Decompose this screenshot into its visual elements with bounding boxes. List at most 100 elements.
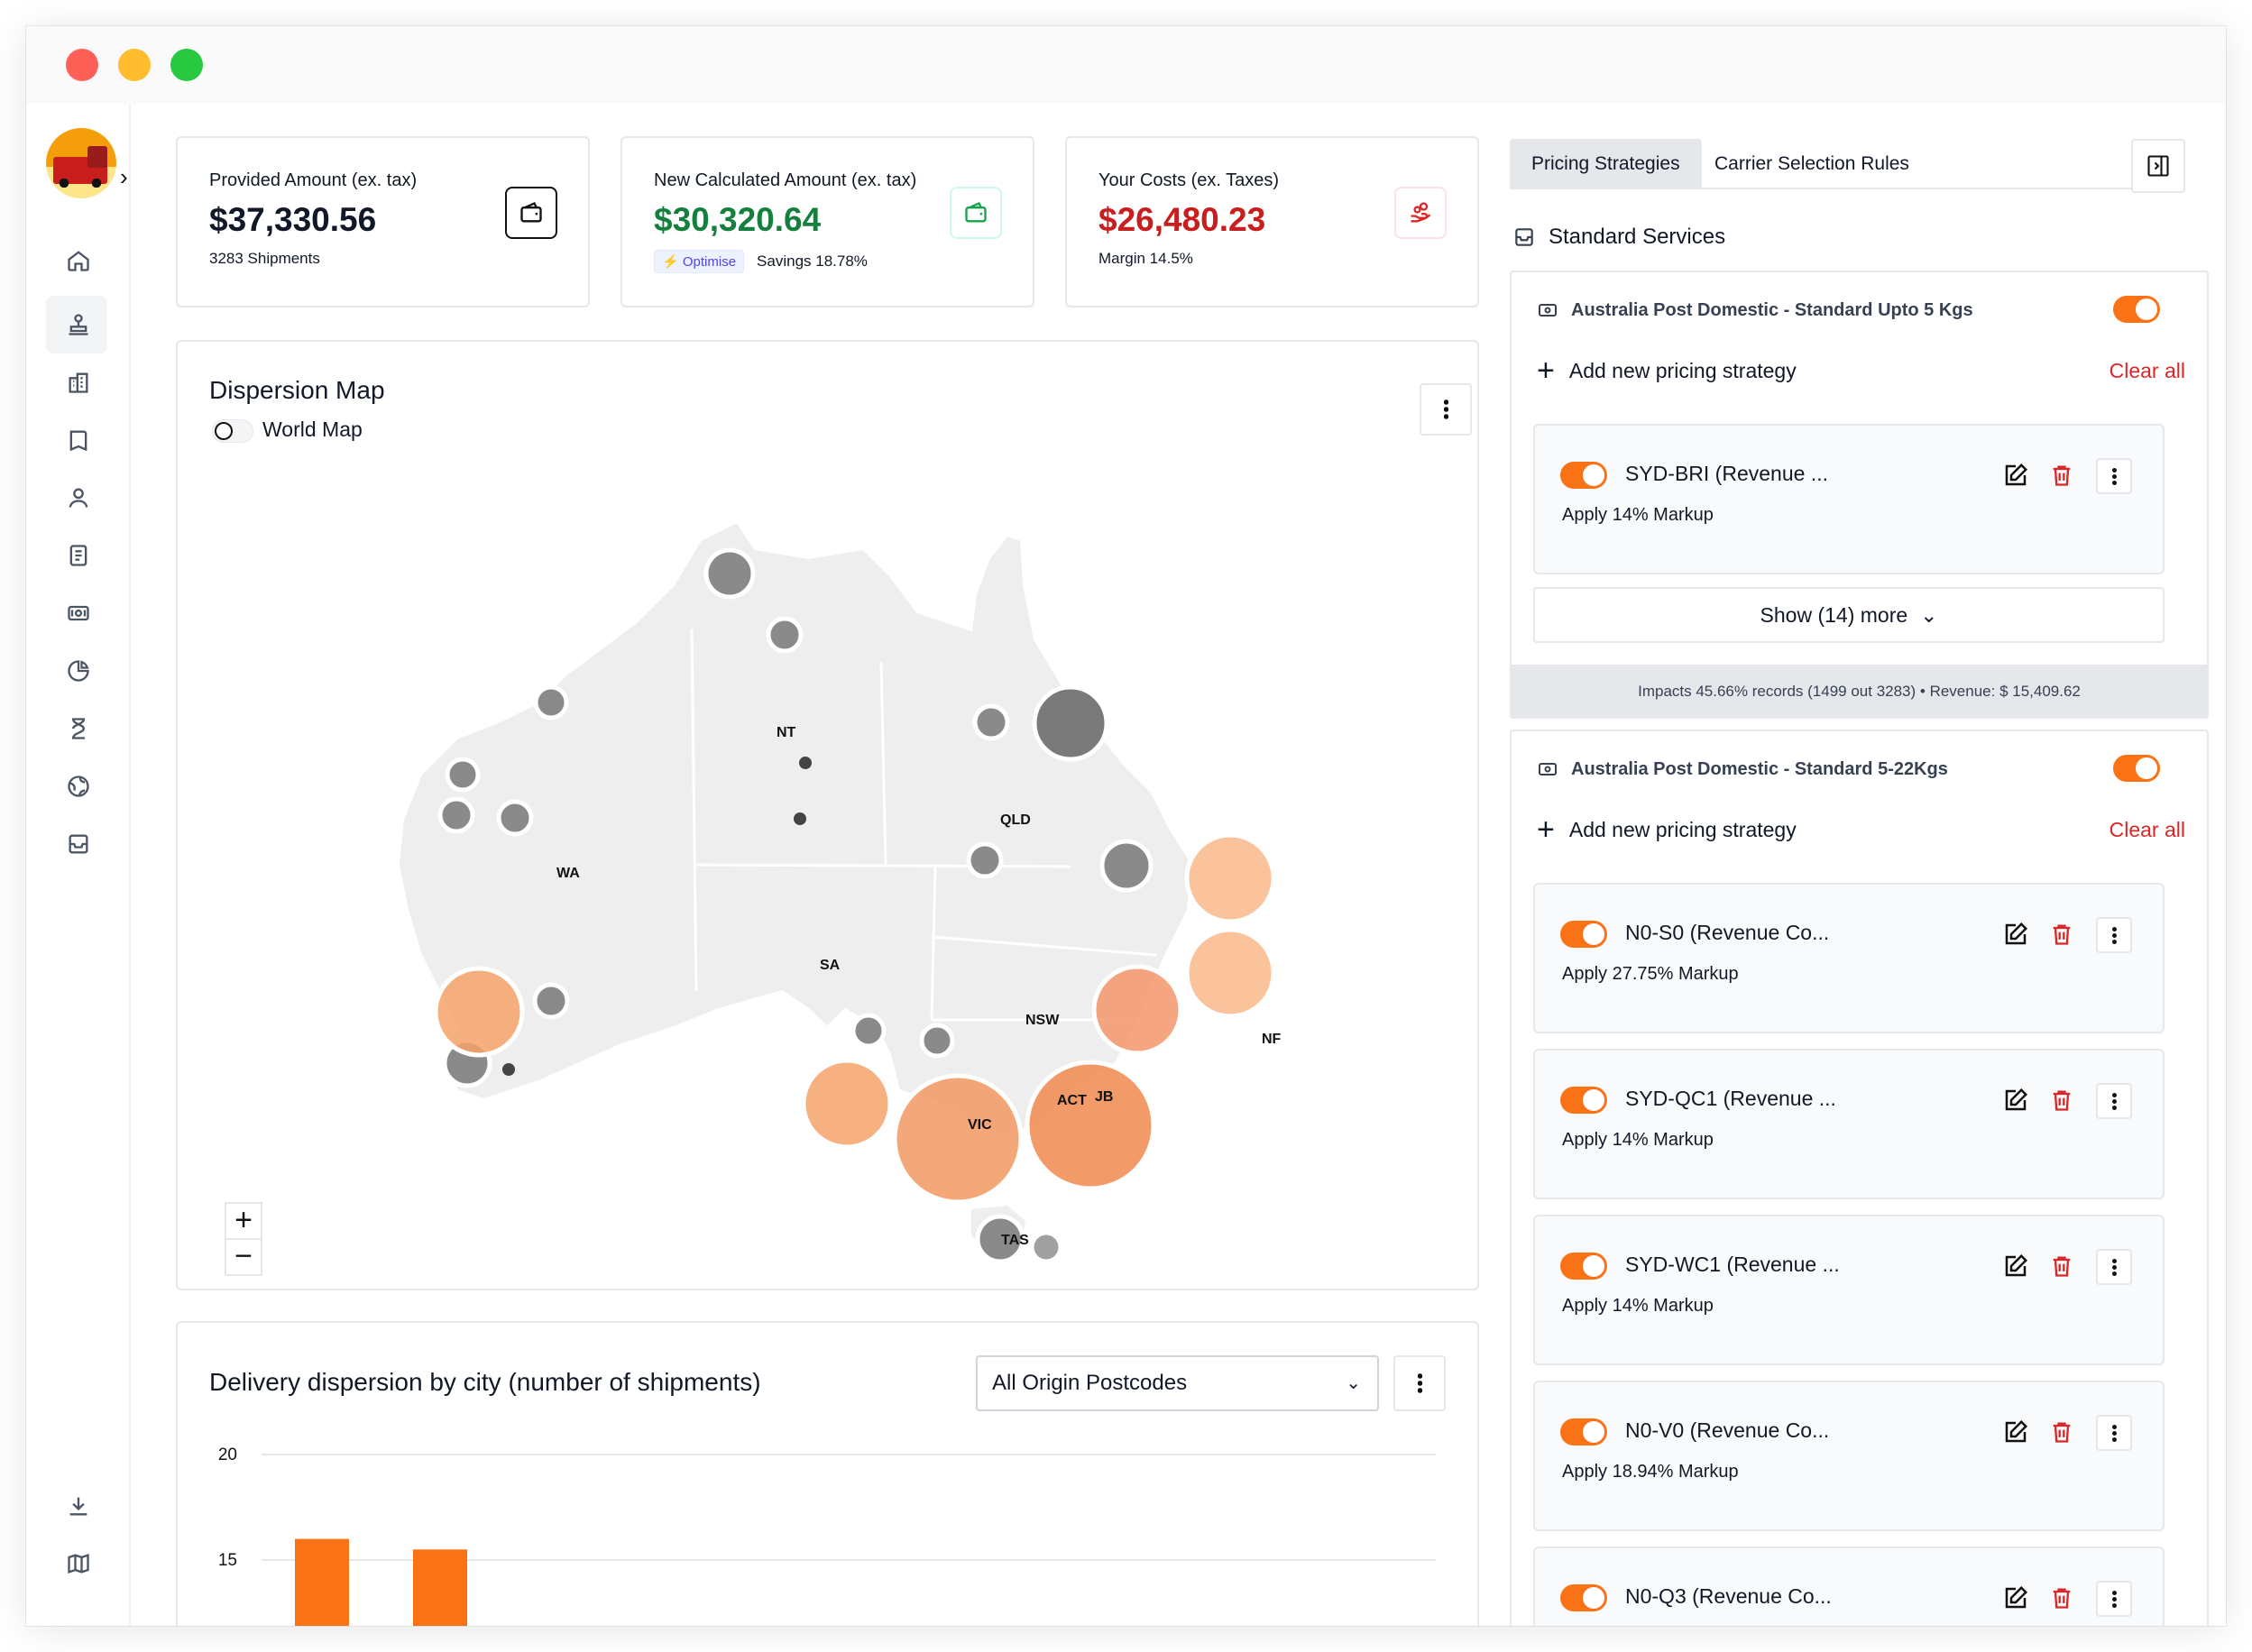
trash-icon[interactable] [2049, 1087, 2074, 1114]
close-window-button[interactable] [66, 49, 98, 81]
ytick-15: 15 [218, 1551, 237, 1570]
right-tabs: Pricing Strategies Carrier Selection Rul… [1510, 139, 2159, 189]
strategy-name: N0-V0 (Revenue Co... [1625, 1418, 1830, 1442]
strategy-menu-button[interactable] [2096, 1581, 2132, 1617]
hourglass-icon[interactable] [66, 716, 91, 741]
kebab-icon [2111, 1258, 2117, 1276]
strategy-card[interactable]: SYD-WC1 (Revenue ... Apply 14% Markup [1533, 1215, 2165, 1365]
australia-map[interactable]: NT QLD WA SA NSW ACT JB VIC TAS NF [178, 342, 1477, 1289]
card-amount: $37,330.56 [209, 201, 377, 238]
strategy-menu-button[interactable] [2096, 458, 2132, 494]
archive-icon [1515, 228, 1533, 246]
strategy-toggle[interactable] [1560, 1253, 1607, 1280]
strategy-toggle[interactable] [1560, 1087, 1607, 1114]
strategy-name: SYD-QC1 (Revenue ... [1625, 1087, 1836, 1110]
edit-icon[interactable] [2002, 1584, 2029, 1611]
region-label-act: ACT [1057, 1093, 1087, 1108]
kebab-icon [2111, 926, 2117, 944]
region-label-wa: WA [556, 866, 580, 881]
add-strategy-label: Add new pricing strategy [1568, 358, 1797, 382]
title-bar [26, 26, 2226, 104]
card-amount: $26,480.23 [1098, 201, 1266, 238]
strategy-toggle[interactable] [1560, 462, 1607, 489]
dispersion-map-panel: Dispersion Map World Map NT QLD WA SA NS… [176, 340, 1479, 1290]
strategy-description: Apply 18.94% Markup [1562, 1462, 1739, 1482]
strategy-card[interactable]: SYD-QC1 (Revenue ... Apply 14% Markup [1533, 1049, 2165, 1199]
trash-icon[interactable] [2049, 462, 2074, 489]
collapse-panel-button[interactable] [2131, 139, 2185, 193]
edit-icon[interactable] [2002, 1253, 2029, 1280]
group-enabled-toggle[interactable] [2113, 296, 2160, 323]
sidebar: › [26, 104, 131, 1626]
archive-icon[interactable] [66, 831, 91, 857]
show-more-button[interactable]: Show (14) more ⌄ [1533, 587, 2165, 643]
chevron-right-icon[interactable]: › [120, 165, 128, 188]
strategy-name: N0-Q3 (Revenue Co... [1625, 1584, 1832, 1608]
optimise-badge[interactable]: ⚡ Optimise [654, 250, 745, 273]
trash-icon[interactable] [2049, 1418, 2074, 1446]
strategy-toggle[interactable] [1560, 1584, 1607, 1611]
buildings-icon[interactable] [66, 370, 91, 395]
strategy-card[interactable]: N0-V0 (Revenue Co... Apply 18.94% Markup [1533, 1381, 2165, 1531]
chart-pie-icon[interactable] [66, 658, 91, 684]
group-title-text: Australia Post Domestic - Standard Upto … [1571, 299, 1973, 320]
group-enabled-toggle[interactable] [2113, 755, 2160, 782]
card-label: Your Costs (ex. Taxes) [1098, 170, 1280, 190]
document-icon[interactable] [66, 543, 91, 568]
strategy-name: SYD-WC1 (Revenue ... [1625, 1253, 1840, 1276]
city-dispersion-panel: Delivery dispersion by city (number of s… [176, 1321, 1479, 1626]
calculated-amount-card: New Calculated Amount (ex. tax) $30,320.… [620, 136, 1034, 307]
globe-icon[interactable] [66, 774, 91, 799]
strategy-menu-button[interactable] [2096, 917, 2132, 953]
add-strategy-button[interactable]: + Add new pricing strategy [1537, 814, 1797, 845]
strategy-name: SYD-BRI (Revenue ... [1625, 462, 1828, 485]
parcel-user-icon[interactable] [66, 312, 91, 337]
strategy-menu-button[interactable] [2096, 1083, 2132, 1119]
section-title: Standard Services [1549, 225, 1726, 249]
minimize-window-button[interactable] [118, 49, 151, 81]
zoom-out-button[interactable]: − [225, 1238, 262, 1276]
trash-icon[interactable] [2049, 921, 2074, 948]
company-logo[interactable] [46, 128, 116, 198]
group-title: Australia Post Domestic - Standard Upto … [1537, 299, 1973, 321]
banknote-icon[interactable] [66, 601, 91, 626]
strategy-menu-button[interactable] [2096, 1249, 2132, 1285]
region-label-sa: SA [820, 958, 841, 973]
edit-icon[interactable] [2002, 1418, 2029, 1446]
edit-icon[interactable] [2002, 462, 2029, 489]
region-label-jb: JB [1095, 1089, 1113, 1105]
provided-amount-card: Provided Amount (ex. tax) $37,330.56 328… [176, 136, 590, 307]
bar-1[interactable] [413, 1549, 467, 1626]
bar-0[interactable] [295, 1538, 349, 1626]
banknote-icon [1539, 763, 1557, 776]
maximize-window-button[interactable] [170, 49, 203, 81]
strategy-card[interactable]: SYD-BRI (Revenue ... Apply 14% Markup [1533, 424, 2165, 574]
map-icon[interactable] [66, 1551, 91, 1576]
strategy-description: Apply 27.75% Markup [1562, 964, 1739, 984]
clear-all-button[interactable]: Clear all [2110, 359, 2185, 383]
edit-icon[interactable] [2002, 1087, 2029, 1114]
trash-icon[interactable] [2049, 1253, 2074, 1280]
region-label-vic: VIC [968, 1117, 992, 1133]
add-strategy-button[interactable]: + Add new pricing strategy [1537, 355, 1797, 386]
strategy-toggle[interactable] [1560, 1418, 1607, 1446]
clear-all-button[interactable]: Clear all [2110, 818, 2185, 842]
plus-icon: + [1537, 812, 1555, 847]
optimise-label: Optimise [682, 254, 737, 270]
trash-icon[interactable] [2049, 1584, 2074, 1611]
edit-icon[interactable] [2002, 921, 2029, 948]
download-icon[interactable] [66, 1493, 91, 1519]
strategy-card[interactable]: N0-Q3 (Revenue Co... [1533, 1546, 2165, 1626]
zoom-in-button[interactable]: + [225, 1202, 262, 1240]
strategy-toggle[interactable] [1560, 921, 1607, 948]
tab-pricing-strategies[interactable]: Pricing Strategies [1510, 139, 1702, 189]
tab-carrier-selection-rules[interactable]: Carrier Selection Rules [1693, 139, 1931, 189]
lightning-icon: ⚡ [662, 254, 679, 270]
region-label-nf: NF [1262, 1032, 1282, 1047]
home-icon[interactable] [66, 248, 91, 273]
user-icon[interactable] [66, 485, 91, 510]
strategy-menu-button[interactable] [2096, 1415, 2132, 1451]
book-icon[interactable] [66, 427, 91, 453]
card-label: Provided Amount (ex. tax) [209, 170, 418, 190]
strategy-card[interactable]: N0-S0 (Revenue Co... Apply 27.75% Markup [1533, 883, 2165, 1033]
